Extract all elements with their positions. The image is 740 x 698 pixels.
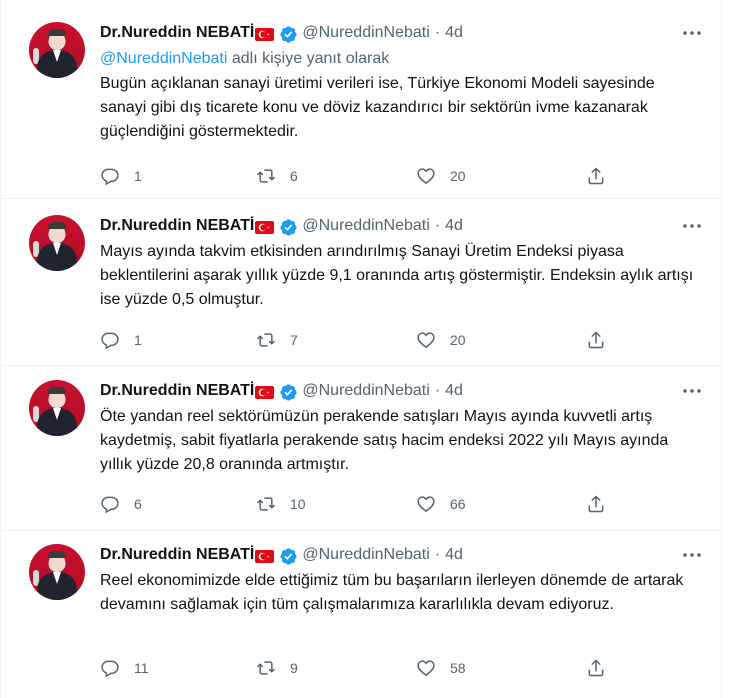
turkish-flag-icon [255, 220, 275, 234]
reply-button[interactable]: 6 [100, 492, 142, 516]
author-name[interactable]: Dr.Nureddin NEBATİ [100, 382, 254, 400]
verified-badge-icon [279, 25, 298, 44]
retweet-button[interactable]: 7 [256, 328, 298, 352]
reply-icon [101, 660, 119, 678]
tweet-actions: 11 9 58 [100, 656, 620, 680]
like-count: 66 [450, 496, 466, 512]
avatar[interactable] [29, 380, 85, 436]
reply-count: 11 [134, 660, 149, 676]
verified-badge-icon [279, 547, 298, 566]
author-name[interactable]: Dr.Nureddin NEBATİ [100, 546, 254, 564]
separator-dot: · [434, 24, 441, 41]
share-icon [588, 167, 604, 185]
reply-context: @NureddinNebati adlı kişiye yanıt olarak [100, 49, 703, 69]
tweet-text: Öte yandan reel sektörümüzün perakende s… [100, 408, 669, 473]
tweet-actions: 1 7 20 [100, 328, 620, 352]
tweet-header: Dr.Nureddin NEBATİ @NureddinNebati · 4d [100, 22, 703, 44]
avatar[interactable] [29, 544, 85, 600]
like-icon [417, 660, 435, 677]
tweet-header: Dr.Nureddin NEBATİ @NureddinNebati · 4d [100, 380, 703, 402]
verified-badge-icon [279, 383, 298, 402]
turkish-flag-icon [255, 385, 275, 399]
like-button[interactable]: 66 [416, 492, 466, 516]
separator-dot: · [434, 546, 441, 563]
like-count: 20 [450, 332, 466, 348]
more-icon[interactable] [681, 24, 703, 42]
tweet-time[interactable]: 4d [445, 24, 463, 42]
more-icon[interactable] [681, 546, 703, 564]
share-button[interactable] [586, 492, 606, 516]
author-handle[interactable]: @NureddinNebati [302, 217, 429, 235]
retweet-count: 7 [290, 332, 298, 348]
avatar[interactable] [29, 215, 85, 271]
like-button[interactable]: 58 [416, 656, 466, 680]
author-name[interactable]: Dr.Nureddin NEBATİ [100, 24, 254, 42]
reply-button[interactable]: 1 [100, 328, 142, 352]
more-icon[interactable] [681, 382, 703, 400]
share-button[interactable] [586, 164, 606, 188]
tweet[interactable]: Dr.Nureddin NEBATİ @NureddinNebati · 4d … [1, 366, 723, 531]
reply-count: 1 [134, 332, 142, 348]
retweet-button[interactable]: 9 [256, 656, 298, 680]
author-handle[interactable]: @NureddinNebati [302, 24, 429, 42]
turkish-flag-icon [255, 549, 275, 563]
like-count: 20 [450, 168, 466, 184]
share-icon [588, 659, 604, 677]
retweet-icon [256, 169, 276, 183]
reply-count: 1 [134, 168, 142, 184]
retweet-icon [256, 497, 276, 511]
tweet-text: Reel ekonomimizde elde ettiğimiz tüm bu … [100, 572, 684, 613]
retweet-count: 9 [290, 660, 298, 676]
retweet-count: 10 [290, 496, 306, 512]
retweet-icon [256, 661, 276, 675]
retweet-button[interactable]: 10 [256, 492, 306, 516]
tweet-actions: 1 6 20 [100, 164, 620, 188]
more-icon[interactable] [681, 217, 703, 235]
retweet-count: 6 [290, 168, 298, 184]
timeline: Dr.Nureddin NEBATİ @NureddinNebati · 4d … [0, 0, 723, 698]
reply-icon [101, 496, 119, 514]
retweet-icon [256, 333, 276, 347]
author-handle[interactable]: @NureddinNebati [302, 546, 429, 564]
tweet-text: Bugün açıklanan sanayi üretimi verileri … [100, 75, 655, 140]
tweet-time[interactable]: 4d [445, 217, 463, 235]
turkish-flag-icon [255, 27, 275, 41]
reply-button[interactable]: 1 [100, 164, 142, 188]
like-icon [417, 332, 435, 349]
separator-dot: · [434, 382, 441, 399]
reply-button[interactable]: 11 [100, 656, 149, 680]
reply-icon [101, 332, 119, 350]
tweet-header: Dr.Nureddin NEBATİ @NureddinNebati · 4d [100, 215, 703, 237]
tweet[interactable]: Dr.Nureddin NEBATİ @NureddinNebati · 4d … [1, 531, 723, 698]
share-icon [588, 495, 604, 513]
tweet-time[interactable]: 4d [445, 546, 463, 564]
author-name[interactable]: Dr.Nureddin NEBATİ [100, 217, 254, 235]
tweet-time[interactable]: 4d [445, 382, 463, 400]
like-count: 58 [450, 660, 466, 676]
like-icon [417, 496, 435, 513]
like-icon [417, 168, 435, 185]
reply-mention-link[interactable]: @NureddinNebati [100, 50, 227, 67]
share-button[interactable] [586, 328, 606, 352]
tweet-header: Dr.Nureddin NEBATİ @NureddinNebati · 4d [100, 544, 703, 566]
share-icon [588, 331, 604, 349]
tweet[interactable]: Dr.Nureddin NEBATİ @NureddinNebati · 4d … [1, 199, 723, 366]
avatar[interactable] [29, 22, 85, 78]
tweet[interactable]: Dr.Nureddin NEBATİ @NureddinNebati · 4d … [1, 0, 723, 199]
like-button[interactable]: 20 [416, 328, 466, 352]
like-button[interactable]: 20 [416, 164, 466, 188]
reply-context-label: adlı kişiye yanıt olarak [227, 50, 390, 67]
verified-badge-icon [279, 218, 298, 237]
reply-icon [101, 168, 119, 186]
reply-count: 6 [134, 496, 142, 512]
tweet-actions: 6 10 66 [100, 492, 620, 516]
author-handle[interactable]: @NureddinNebati [302, 382, 429, 400]
tweet-text: Mayıs ayında takvim etkisinden arındırıl… [100, 243, 694, 308]
share-button[interactable] [586, 656, 606, 680]
separator-dot: · [434, 217, 441, 234]
retweet-button[interactable]: 6 [256, 164, 298, 188]
